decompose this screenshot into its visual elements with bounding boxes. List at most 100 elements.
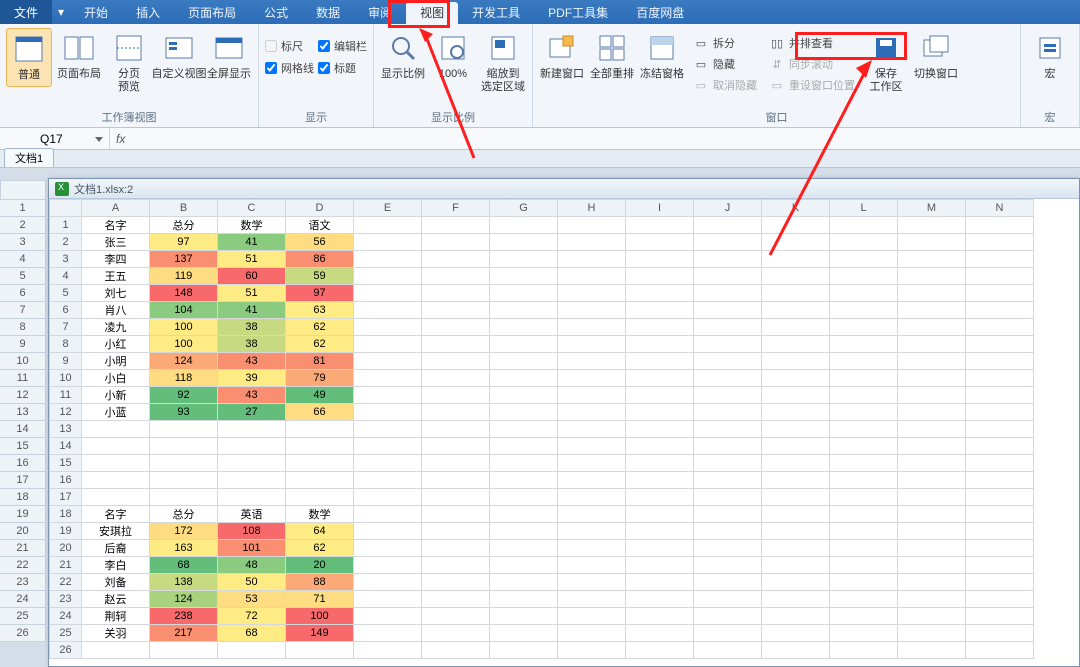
cell-J24[interactable]	[694, 608, 762, 625]
cell-L4[interactable]	[830, 268, 898, 285]
row-5[interactable]: 5	[50, 285, 82, 302]
cell-L26[interactable]	[830, 642, 898, 659]
cell-N17[interactable]	[966, 489, 1034, 506]
cell-K14[interactable]	[762, 438, 830, 455]
cell-I3[interactable]	[626, 251, 694, 268]
cell-I2[interactable]	[626, 234, 694, 251]
cell-E25[interactable]	[354, 625, 422, 642]
cell-C3[interactable]: 51	[218, 251, 286, 268]
cell-F18[interactable]	[422, 506, 490, 523]
row-10[interactable]: 10	[50, 370, 82, 387]
outer-row-26[interactable]: 26	[0, 625, 46, 642]
cell-N23[interactable]	[966, 591, 1034, 608]
cell-I4[interactable]	[626, 268, 694, 285]
cell-B2[interactable]: 97	[150, 234, 218, 251]
row-20[interactable]: 20	[50, 540, 82, 557]
cell-A26[interactable]	[82, 642, 150, 659]
row-8[interactable]: 8	[50, 336, 82, 353]
cell-M8[interactable]	[898, 336, 966, 353]
zoom-ratio[interactable]: 显示比例	[380, 28, 426, 85]
cell-H16[interactable]	[558, 472, 626, 489]
cell-M25[interactable]	[898, 625, 966, 642]
cell-L19[interactable]	[830, 523, 898, 540]
cell-C11[interactable]: 43	[218, 387, 286, 404]
cell-N12[interactable]	[966, 404, 1034, 421]
row-18[interactable]: 18	[50, 506, 82, 523]
cell-A2[interactable]: 张三	[82, 234, 150, 251]
row-2[interactable]: 2	[50, 234, 82, 251]
cell-G5[interactable]	[490, 285, 558, 302]
chk-headings[interactable]: 标题	[318, 60, 367, 76]
cell-I8[interactable]	[626, 336, 694, 353]
cell-I5[interactable]	[626, 285, 694, 302]
cell-G23[interactable]	[490, 591, 558, 608]
cell-J10[interactable]	[694, 370, 762, 387]
cell-C23[interactable]: 53	[218, 591, 286, 608]
cell-F15[interactable]	[422, 455, 490, 472]
cell-H2[interactable]	[558, 234, 626, 251]
cell-M19[interactable]	[898, 523, 966, 540]
cell-C8[interactable]: 38	[218, 336, 286, 353]
cell-L7[interactable]	[830, 319, 898, 336]
cell-C14[interactable]	[218, 438, 286, 455]
hide[interactable]: ▭隐藏	[689, 55, 761, 73]
cell-E4[interactable]	[354, 268, 422, 285]
freeze-panes[interactable]: 冻结窗格	[639, 28, 685, 85]
menu-tab-1[interactable]: 插入	[122, 2, 174, 24]
cell-I18[interactable]	[626, 506, 694, 523]
fx-icon[interactable]: fx	[116, 132, 125, 146]
cell-C18[interactable]: 英语	[218, 506, 286, 523]
cell-N26[interactable]	[966, 642, 1034, 659]
cell-K5[interactable]	[762, 285, 830, 302]
cell-H19[interactable]	[558, 523, 626, 540]
row-1[interactable]: 1	[50, 217, 82, 234]
cell-E14[interactable]	[354, 438, 422, 455]
row-16[interactable]: 16	[50, 472, 82, 489]
cell-G9[interactable]	[490, 353, 558, 370]
row-15[interactable]: 15	[50, 455, 82, 472]
cell-F12[interactable]	[422, 404, 490, 421]
chk-formula-bar[interactable]: 编辑栏	[318, 38, 367, 54]
cell-K12[interactable]	[762, 404, 830, 421]
cell-K9[interactable]	[762, 353, 830, 370]
cell-H5[interactable]	[558, 285, 626, 302]
cell-I24[interactable]	[626, 608, 694, 625]
cell-L9[interactable]	[830, 353, 898, 370]
cell-K11[interactable]	[762, 387, 830, 404]
split[interactable]: ▭拆分	[689, 34, 761, 52]
cell-G16[interactable]	[490, 472, 558, 489]
cell-L8[interactable]	[830, 336, 898, 353]
cell-H18[interactable]	[558, 506, 626, 523]
outer-row-23[interactable]: 23	[0, 574, 46, 591]
cell-C9[interactable]: 43	[218, 353, 286, 370]
view-page-layout[interactable]: 页面布局	[56, 28, 102, 85]
cell-H25[interactable]	[558, 625, 626, 642]
cell-F24[interactable]	[422, 608, 490, 625]
cell-L13[interactable]	[830, 421, 898, 438]
cell-E26[interactable]	[354, 642, 422, 659]
cell-C21[interactable]: 48	[218, 557, 286, 574]
cell-B6[interactable]: 104	[150, 302, 218, 319]
cell-B13[interactable]	[150, 421, 218, 438]
cell-B22[interactable]: 138	[150, 574, 218, 591]
cell-N19[interactable]	[966, 523, 1034, 540]
cell-A5[interactable]: 刘七	[82, 285, 150, 302]
col-N[interactable]: N	[966, 200, 1034, 217]
cell-A18[interactable]: 名字	[82, 506, 150, 523]
cell-K8[interactable]	[762, 336, 830, 353]
switch-window[interactable]: 切换窗口	[913, 28, 959, 85]
cell-I19[interactable]	[626, 523, 694, 540]
cell-H11[interactable]	[558, 387, 626, 404]
cell-D10[interactable]: 79	[286, 370, 354, 387]
cell-D8[interactable]: 62	[286, 336, 354, 353]
cell-J3[interactable]	[694, 251, 762, 268]
row-13[interactable]: 13	[50, 421, 82, 438]
file-menu[interactable]: 文件	[0, 0, 52, 25]
menu-tab-5[interactable]: 审阅	[354, 2, 406, 24]
cell-E18[interactable]	[354, 506, 422, 523]
cell-I17[interactable]	[626, 489, 694, 506]
cell-H26[interactable]	[558, 642, 626, 659]
cell-H17[interactable]	[558, 489, 626, 506]
cell-F8[interactable]	[422, 336, 490, 353]
row-14[interactable]: 14	[50, 438, 82, 455]
